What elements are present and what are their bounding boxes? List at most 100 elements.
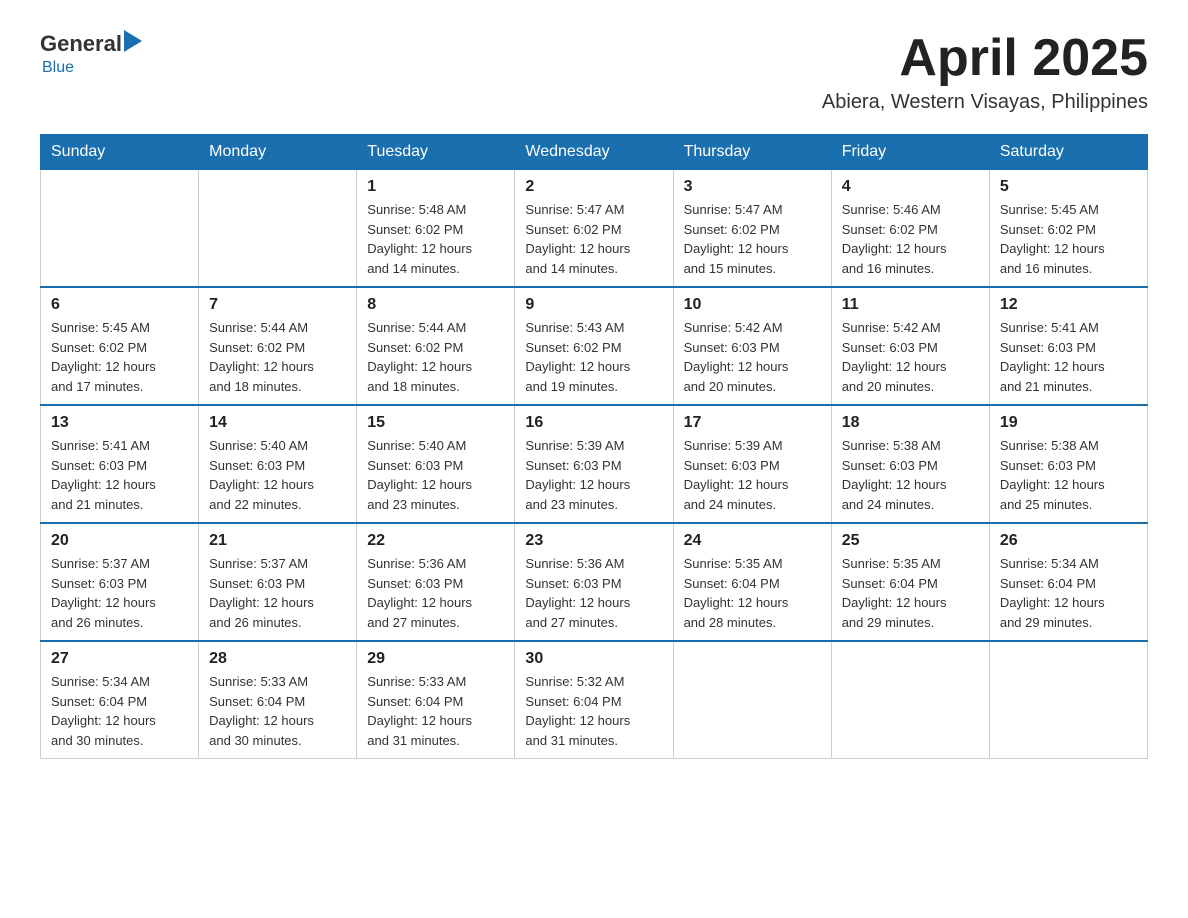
day-info: Sunrise: 5:38 AMSunset: 6:03 PMDaylight:…: [1000, 436, 1137, 514]
day-number: 3: [684, 178, 821, 196]
calendar-cell: 9 Sunrise: 5:43 AMSunset: 6:02 PMDaylight…: [515, 287, 673, 405]
calendar-cell: [41, 170, 199, 288]
day-number: 4: [842, 178, 979, 196]
day-number: 21: [209, 532, 346, 550]
day-info: Sunrise: 5:42 AMSunset: 6:03 PMDaylight:…: [684, 318, 821, 396]
day-info: Sunrise: 5:41 AMSunset: 6:03 PMDaylight:…: [1000, 318, 1137, 396]
calendar-cell: 30Sunrise: 5:32 AMSunset: 6:04 PMDayligh…: [515, 641, 673, 759]
calendar-cell: 28 Sunrise: 5:33 AMSunset: 6:04 PMDayligh…: [199, 641, 357, 759]
day-info: Sunrise: 5:33 AMSunset: 6:04 PMDaylight:…: [367, 672, 504, 750]
calendar-cell: 29 Sunrise: 5:33 AMSunset: 6:04 PMDayligh…: [357, 641, 515, 759]
day-number: 20: [51, 532, 188, 550]
calendar-cell: 24 Sunrise: 5:35 AMSunset: 6:04 PMDayligh…: [673, 523, 831, 641]
calendar-week-row: 13 Sunrise: 5:41 AMSunset: 6:03 PMDayligh…: [41, 405, 1148, 523]
calendar-header-row: SundayMondayTuesdayWednesdayThursdayFrid…: [41, 135, 1148, 170]
day-number: 26: [1000, 532, 1137, 550]
day-info: Sunrise: 5:44 AMSunset: 6:02 PMDaylight:…: [367, 318, 504, 396]
day-number: 18: [842, 414, 979, 432]
weekday-header-tuesday: Tuesday: [357, 135, 515, 170]
day-info: Sunrise: 5:45 AMSunset: 6:02 PMDaylight:…: [1000, 200, 1137, 278]
day-number: 7: [209, 296, 346, 314]
month-title: April 2025: [822, 30, 1148, 87]
weekday-header-saturday: Saturday: [989, 135, 1147, 170]
calendar-cell: [831, 641, 989, 759]
day-info: Sunrise: 5:46 AMSunset: 6:02 PMDaylight:…: [842, 200, 979, 278]
day-info: Sunrise: 5:36 AMSunset: 6:03 PMDaylight:…: [367, 554, 504, 632]
page-header: General Blue April 2025 Abiera, Western …: [40, 30, 1148, 114]
calendar-cell: 27 Sunrise: 5:34 AMSunset: 6:04 PMDayligh…: [41, 641, 199, 759]
day-number: 2: [525, 178, 662, 196]
day-info: Sunrise: 5:34 AMSunset: 6:04 PMDaylight:…: [51, 672, 188, 750]
calendar-cell: 3 Sunrise: 5:47 AMSunset: 6:02 PMDaylight…: [673, 170, 831, 288]
weekday-header-wednesday: Wednesday: [515, 135, 673, 170]
calendar-cell: 18Sunrise: 5:38 AMSunset: 6:03 PMDayligh…: [831, 405, 989, 523]
day-number: 19: [1000, 414, 1137, 432]
day-number: 13: [51, 414, 188, 432]
calendar-cell: 10 Sunrise: 5:42 AMSunset: 6:03 PMDayligh…: [673, 287, 831, 405]
calendar-cell: 13 Sunrise: 5:41 AMSunset: 6:03 PMDayligh…: [41, 405, 199, 523]
logo-general: General: [40, 31, 122, 57]
calendar-table: SundayMondayTuesdayWednesdayThursdayFrid…: [40, 134, 1148, 759]
calendar-cell: [673, 641, 831, 759]
day-info: Sunrise: 5:40 AMSunset: 6:03 PMDaylight:…: [367, 436, 504, 514]
day-number: 23: [525, 532, 662, 550]
calendar-week-row: 1Sunrise: 5:48 AMSunset: 6:02 PMDaylight…: [41, 170, 1148, 288]
calendar-cell: 11Sunrise: 5:42 AMSunset: 6:03 PMDayligh…: [831, 287, 989, 405]
day-info: Sunrise: 5:47 AMSunset: 6:02 PMDaylight:…: [684, 200, 821, 278]
day-info: Sunrise: 5:43 AMSunset: 6:02 PMDaylight:…: [525, 318, 662, 396]
location: Abiera, Western Visayas, Philippines: [822, 91, 1148, 114]
calendar-cell: 4 Sunrise: 5:46 AMSunset: 6:02 PMDaylight…: [831, 170, 989, 288]
day-number: 8: [367, 296, 504, 314]
weekday-header-monday: Monday: [199, 135, 357, 170]
day-info: Sunrise: 5:34 AMSunset: 6:04 PMDaylight:…: [1000, 554, 1137, 632]
day-info: Sunrise: 5:35 AMSunset: 6:04 PMDaylight:…: [684, 554, 821, 632]
weekday-header-sunday: Sunday: [41, 135, 199, 170]
day-number: 25: [842, 532, 979, 550]
day-number: 28: [209, 650, 346, 668]
day-number: 17: [684, 414, 821, 432]
calendar-cell: 5Sunrise: 5:45 AMSunset: 6:02 PMDaylight…: [989, 170, 1147, 288]
day-number: 12: [1000, 296, 1137, 314]
day-info: Sunrise: 5:33 AMSunset: 6:04 PMDaylight:…: [209, 672, 346, 750]
day-info: Sunrise: 5:45 AMSunset: 6:02 PMDaylight:…: [51, 318, 188, 396]
calendar-cell: [989, 641, 1147, 759]
day-info: Sunrise: 5:37 AMSunset: 6:03 PMDaylight:…: [51, 554, 188, 632]
title-section: April 2025 Abiera, Western Visayas, Phil…: [822, 30, 1148, 114]
day-info: Sunrise: 5:39 AMSunset: 6:03 PMDaylight:…: [525, 436, 662, 514]
day-number: 27: [51, 650, 188, 668]
calendar-cell: 15 Sunrise: 5:40 AMSunset: 6:03 PMDayligh…: [357, 405, 515, 523]
day-info: Sunrise: 5:36 AMSunset: 6:03 PMDaylight:…: [525, 554, 662, 632]
calendar-cell: 1Sunrise: 5:48 AMSunset: 6:02 PMDaylight…: [357, 170, 515, 288]
day-info: Sunrise: 5:40 AMSunset: 6:03 PMDaylight:…: [209, 436, 346, 514]
day-info: Sunrise: 5:41 AMSunset: 6:03 PMDaylight:…: [51, 436, 188, 514]
logo-arrow-icon: [124, 30, 142, 52]
calendar-cell: 14 Sunrise: 5:40 AMSunset: 6:03 PMDayligh…: [199, 405, 357, 523]
calendar-cell: 6Sunrise: 5:45 AMSunset: 6:02 PMDaylight…: [41, 287, 199, 405]
day-info: Sunrise: 5:42 AMSunset: 6:03 PMDaylight:…: [842, 318, 979, 396]
calendar-cell: 17 Sunrise: 5:39 AMSunset: 6:03 PMDayligh…: [673, 405, 831, 523]
day-number: 29: [367, 650, 504, 668]
calendar-cell: 8 Sunrise: 5:44 AMSunset: 6:02 PMDaylight…: [357, 287, 515, 405]
calendar-cell: 7 Sunrise: 5:44 AMSunset: 6:02 PMDaylight…: [199, 287, 357, 405]
day-number: 15: [367, 414, 504, 432]
calendar-cell: 25 Sunrise: 5:35 AMSunset: 6:04 PMDayligh…: [831, 523, 989, 641]
calendar-week-row: 20 Sunrise: 5:37 AMSunset: 6:03 PMDayligh…: [41, 523, 1148, 641]
calendar-week-row: 6Sunrise: 5:45 AMSunset: 6:02 PMDaylight…: [41, 287, 1148, 405]
calendar-cell: 2Sunrise: 5:47 AMSunset: 6:02 PMDaylight…: [515, 170, 673, 288]
logo: General Blue: [40, 30, 142, 77]
day-info: Sunrise: 5:39 AMSunset: 6:03 PMDaylight:…: [684, 436, 821, 514]
day-info: Sunrise: 5:44 AMSunset: 6:02 PMDaylight:…: [209, 318, 346, 396]
day-number: 9: [525, 296, 662, 314]
logo-blue: Blue: [42, 59, 142, 77]
weekday-header-thursday: Thursday: [673, 135, 831, 170]
calendar-cell: 21 Sunrise: 5:37 AMSunset: 6:03 PMDayligh…: [199, 523, 357, 641]
day-number: 14: [209, 414, 346, 432]
day-number: 1: [367, 178, 504, 196]
day-info: Sunrise: 5:37 AMSunset: 6:03 PMDaylight:…: [209, 554, 346, 632]
calendar-week-row: 27 Sunrise: 5:34 AMSunset: 6:04 PMDayligh…: [41, 641, 1148, 759]
day-info: Sunrise: 5:35 AMSunset: 6:04 PMDaylight:…: [842, 554, 979, 632]
day-number: 10: [684, 296, 821, 314]
calendar-cell: 23 Sunrise: 5:36 AMSunset: 6:03 PMDayligh…: [515, 523, 673, 641]
day-info: Sunrise: 5:32 AMSunset: 6:04 PMDaylight:…: [525, 672, 662, 750]
day-number: 24: [684, 532, 821, 550]
